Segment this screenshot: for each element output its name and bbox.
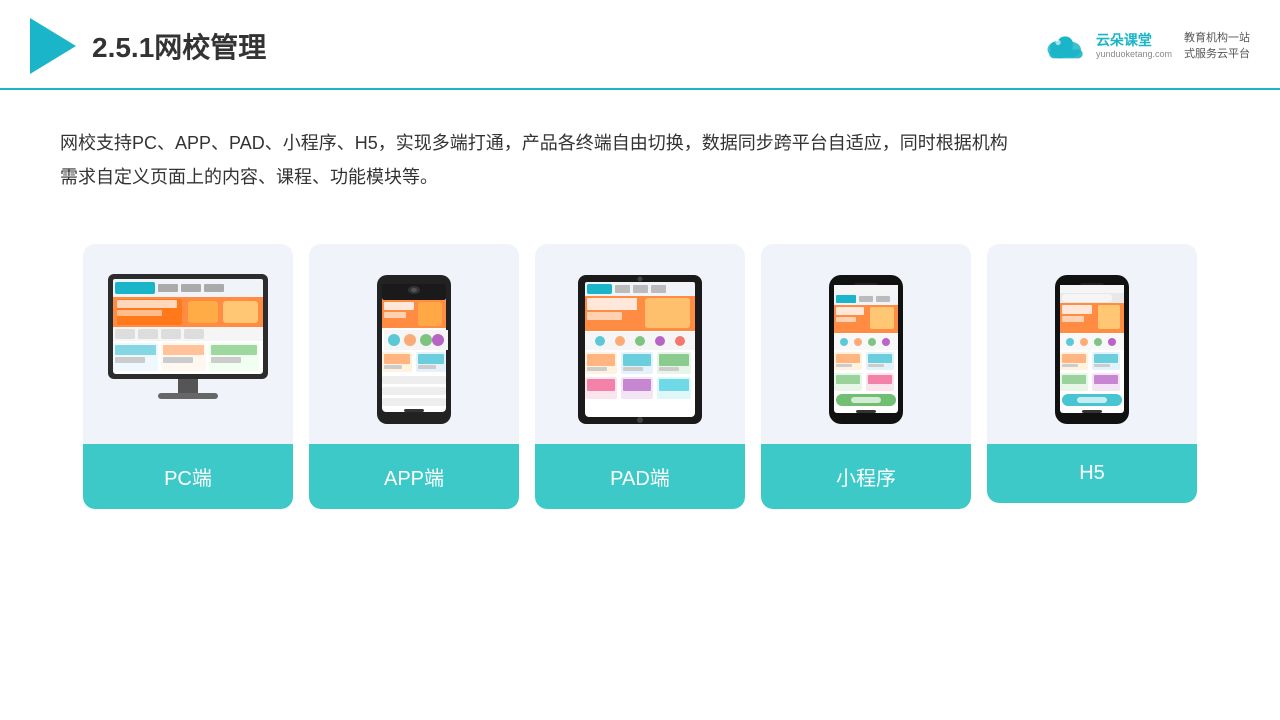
brand-text: 云朵课堂 yunduoketang.com [1096, 32, 1172, 60]
pc-mockup-icon [103, 269, 273, 429]
card-h5: H5 [987, 244, 1197, 503]
h5-image-area [987, 244, 1197, 444]
cloud-icon [1044, 30, 1088, 62]
description-line1: 网校支持PC、APP、PAD、小程序、H5，实现多端打通，产品各终端自由切换，数… [60, 133, 1008, 153]
pc-label: PC端 [83, 444, 293, 509]
pad-mockup-icon [575, 272, 705, 427]
miniprogram-label: 小程序 [761, 444, 971, 509]
brand-slogan: 教育机构一站式服务云平台 [1184, 30, 1250, 63]
header: 2.5.1网校管理 云朵课堂 yunduoketang.com 教育机构一站式服… [0, 0, 1280, 90]
card-app: APP端 [309, 244, 519, 509]
header-right: 云朵课堂 yunduoketang.com 教育机构一站式服务云平台 [1044, 30, 1250, 63]
brand-name: 云朵课堂 [1096, 32, 1152, 49]
pad-label: PAD端 [535, 444, 745, 509]
app-label: APP端 [309, 444, 519, 509]
brand-logo [1044, 30, 1088, 62]
header-left: 2.5.1网校管理 [30, 18, 266, 74]
app-mockup-icon [374, 272, 454, 427]
h5-label: H5 [987, 444, 1197, 503]
h5-mockup-icon [1052, 272, 1132, 427]
card-pc: PC端 [83, 244, 293, 509]
miniprogram-mockup-icon [826, 272, 906, 427]
page-title: 2.5.1网校管理 [92, 26, 266, 66]
app-image-area [309, 244, 519, 444]
miniprogram-image-area [761, 244, 971, 444]
description-line2: 需求自定义页面上的内容、课程、功能模块等。 [60, 167, 438, 187]
pad-image-area [535, 244, 745, 444]
pc-image-area [83, 244, 293, 444]
cards-container: PC端 [0, 224, 1280, 529]
brand-url: yunduoketang.com [1096, 49, 1172, 60]
logo-triangle-icon [30, 18, 76, 74]
card-miniprogram: 小程序 [761, 244, 971, 509]
card-pad: PAD端 [535, 244, 745, 509]
description-text: 网校支持PC、APP、PAD、小程序、H5，实现多端打通，产品各终端自由切换，数… [0, 90, 1280, 214]
